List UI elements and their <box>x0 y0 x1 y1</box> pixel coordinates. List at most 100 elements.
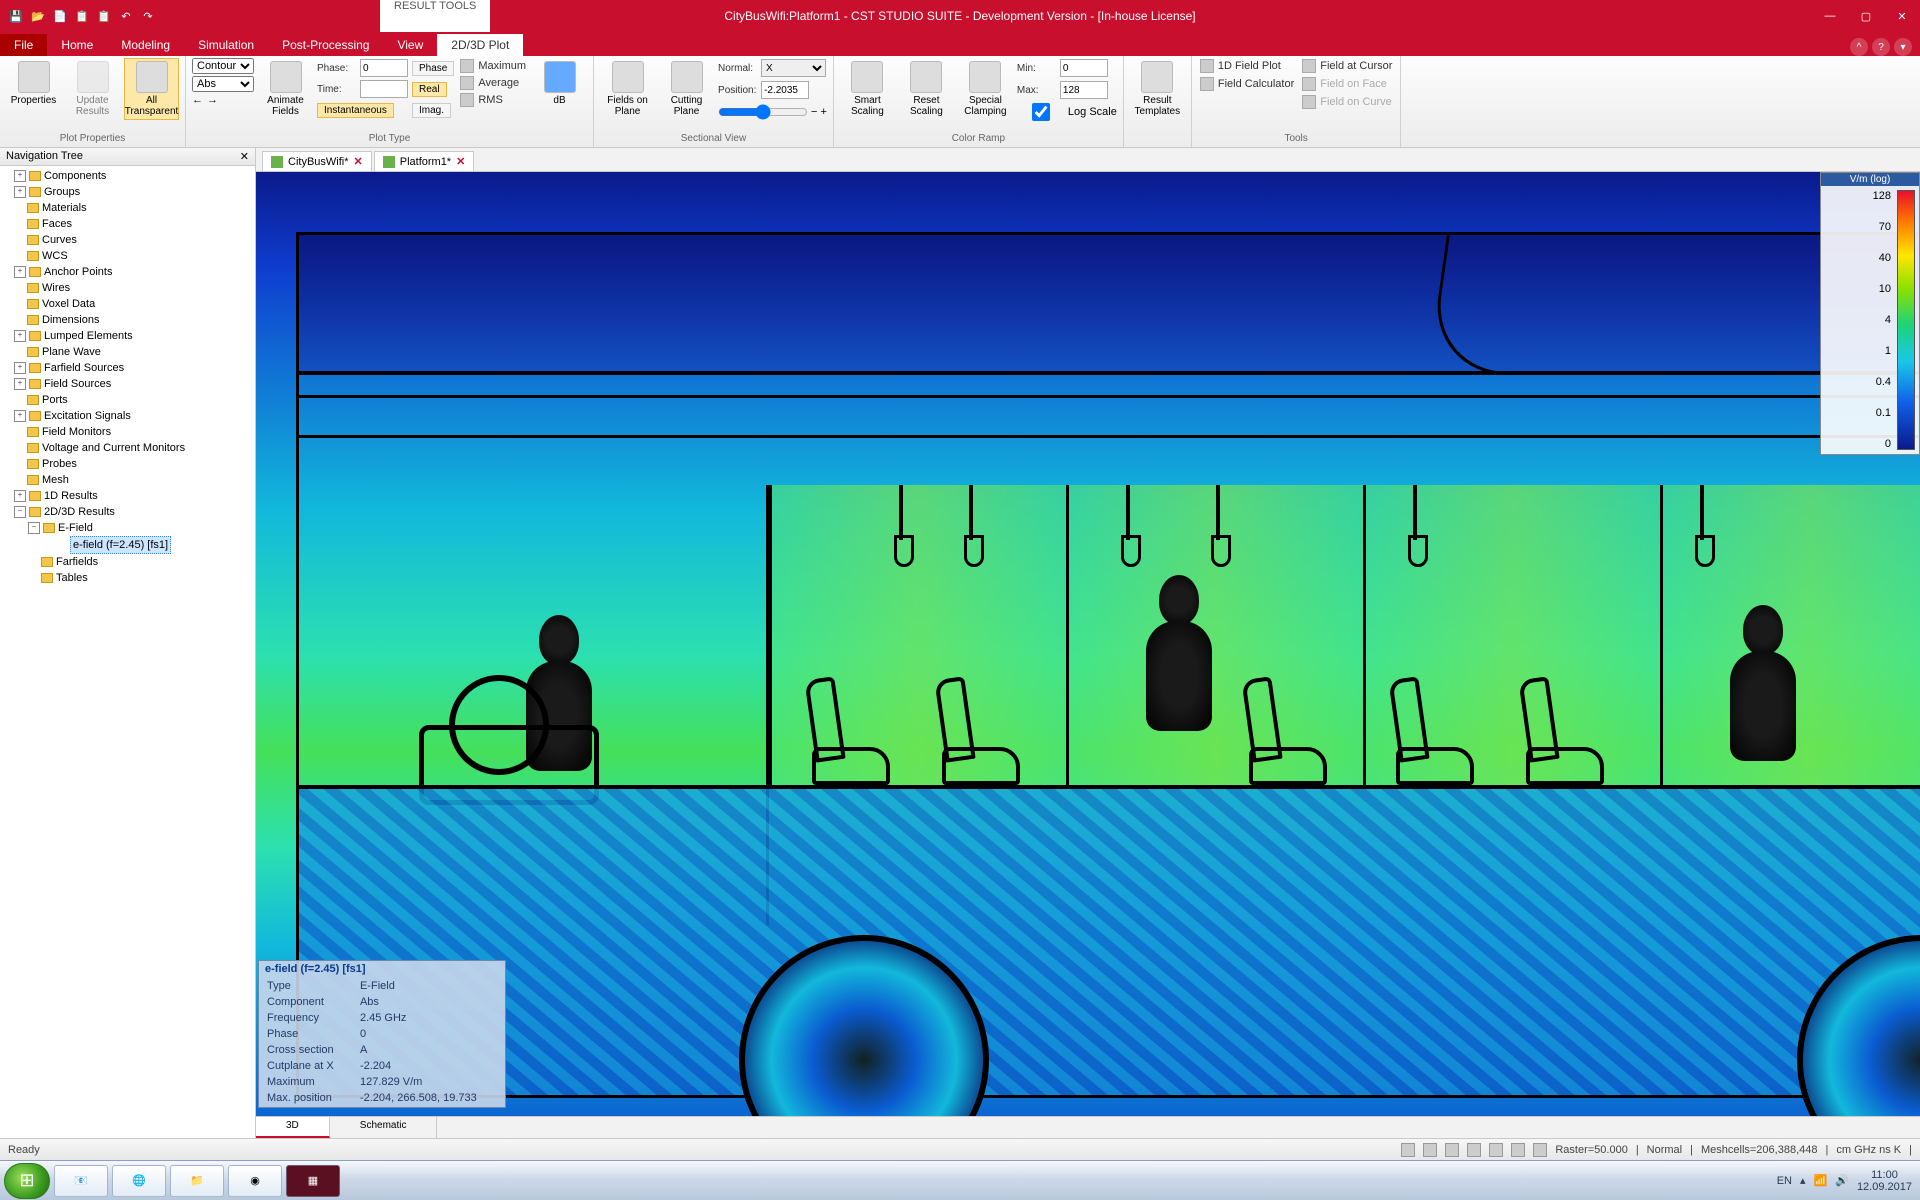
animate-fields-button[interactable]: Animate Fields <box>258 58 313 120</box>
rotate-icon[interactable] <box>1467 1143 1481 1157</box>
tray-lang[interactable]: EN <box>1777 1175 1792 1187</box>
tree-item[interactable]: Materials <box>14 200 255 216</box>
zoom-in-icon[interactable] <box>1423 1143 1437 1157</box>
phase-input[interactable] <box>360 59 408 77</box>
tree-item[interactable]: Probes <box>14 456 255 472</box>
taskbar-ie[interactable]: 🌐 <box>112 1165 166 1197</box>
close-button[interactable]: ✕ <box>1884 0 1920 32</box>
imag-button[interactable]: Imag. <box>412 103 451 118</box>
maximize-button[interactable]: ▢ <box>1848 0 1884 32</box>
reset-scaling-button[interactable]: Reset Scaling <box>899 58 954 120</box>
field-at-cursor-button[interactable]: Field at Cursor <box>1300 58 1394 74</box>
cube-icon[interactable] <box>1533 1143 1547 1157</box>
tab-simulation[interactable]: Simulation <box>184 34 268 56</box>
result-templates-button[interactable]: Result Templates <box>1130 58 1185 120</box>
all-transparent-button[interactable]: All Transparent <box>124 58 179 120</box>
tree-item[interactable]: Farfield Sources <box>14 360 255 376</box>
tree-item[interactable]: Groups <box>14 184 255 200</box>
tab-post-processing[interactable]: Post-Processing <box>268 34 383 56</box>
pan-icon[interactable] <box>1489 1143 1503 1157</box>
tab-2d3d-plot[interactable]: 2D/3D Plot <box>437 34 523 56</box>
tray-clock[interactable]: 11:0012.09.2017 <box>1857 1169 1912 1193</box>
tree-item[interactable]: Lumped Elements <box>14 328 255 344</box>
max-input[interactable] <box>1060 81 1108 99</box>
tray-volume-icon[interactable]: 🔊 <box>1835 1174 1849 1187</box>
tree-item[interactable]: Ports <box>14 392 255 408</box>
tree-item[interactable]: Anchor Points <box>14 264 255 280</box>
tab-home[interactable]: Home <box>47 34 107 56</box>
maximum-button[interactable]: Maximum <box>458 58 528 74</box>
dropdown-icon[interactable]: ▾ <box>1894 38 1912 56</box>
new-icon[interactable]: 📄 <box>52 8 68 24</box>
tree-item[interactable]: Field Monitors <box>14 424 255 440</box>
ribbon-minimize-icon[interactable]: ^ <box>1850 38 1868 56</box>
close-tab-icon[interactable]: ✕ <box>354 155 363 168</box>
minimize-button[interactable]: — <box>1812 0 1848 32</box>
arrow-left-icon[interactable]: ← <box>192 94 203 106</box>
instantaneous-button[interactable]: Instantaneous <box>317 103 394 118</box>
navigation-tree[interactable]: ComponentsGroupsMaterialsFacesCurvesWCSA… <box>0 166 255 1138</box>
tree-item[interactable]: Field Sources <box>14 376 255 392</box>
tab-modeling[interactable]: Modeling <box>107 34 184 56</box>
plot-style-select[interactable]: Contour <box>192 58 254 74</box>
rms-button[interactable]: RMS <box>458 92 528 108</box>
tree-item[interactable]: Excitation Signals <box>14 408 255 424</box>
position-input[interactable] <box>761 81 809 99</box>
help-icon[interactable]: ? <box>1872 38 1890 56</box>
tray-network-icon[interactable]: 📶 <box>1814 1174 1828 1187</box>
plus-icon[interactable]: + <box>820 106 826 118</box>
select-icon[interactable] <box>1511 1143 1525 1157</box>
taskbar-outlook[interactable]: 📧 <box>54 1165 108 1197</box>
3d-viewport[interactable]: V/m (log) 128704010410.40.10 e-field (f=… <box>256 172 1920 1138</box>
component-select[interactable]: Abs <box>192 76 254 92</box>
taskbar-cst[interactable]: ▦ <box>286 1165 340 1197</box>
redo-icon[interactable]: ↷ <box>140 8 156 24</box>
taskbar-explorer[interactable]: 📁 <box>170 1165 224 1197</box>
zoom-fit-icon[interactable] <box>1401 1143 1415 1157</box>
db-button[interactable]: dB <box>532 58 587 109</box>
paste-icon[interactable]: 📋 <box>96 8 112 24</box>
normal-select[interactable]: X <box>761 59 826 77</box>
tab-file[interactable]: File <box>0 34 47 56</box>
copy-icon[interactable]: 📋 <box>74 8 90 24</box>
tree-item[interactable]: Farfields <box>28 554 255 570</box>
special-clamping-button[interactable]: Special Clamping <box>958 58 1013 120</box>
close-panel-icon[interactable]: ✕ <box>240 150 249 163</box>
tab-view[interactable]: View <box>383 34 437 56</box>
view-tab-3d[interactable]: 3D <box>256 1117 330 1138</box>
phase-button[interactable]: Phase <box>412 61 454 76</box>
zoom-out-icon[interactable] <box>1445 1143 1459 1157</box>
tree-item[interactable]: Tables <box>28 570 255 586</box>
properties-button[interactable]: Properties <box>6 58 61 109</box>
tree-item[interactable]: Plane Wave <box>14 344 255 360</box>
smart-scaling-button[interactable]: Smart Scaling <box>840 58 895 120</box>
minus-icon[interactable]: − <box>811 106 817 118</box>
real-button[interactable]: Real <box>412 82 447 97</box>
cutting-plane-button[interactable]: Cutting Plane <box>659 58 714 120</box>
open-icon[interactable]: 📂 <box>30 8 46 24</box>
position-slider[interactable] <box>718 103 808 121</box>
view-tab-schematic[interactable]: Schematic <box>330 1117 438 1138</box>
field-calculator-button[interactable]: Field Calculator <box>1198 76 1296 92</box>
doc-tab-citybuswifi[interactable]: CityBusWifi*✕ <box>262 151 372 171</box>
arrow-right-icon[interactable]: → <box>207 94 218 106</box>
tree-item[interactable]: 2D/3D Results <box>14 504 255 520</box>
tree-item[interactable]: Wires <box>14 280 255 296</box>
tree-item[interactable]: WCS <box>14 248 255 264</box>
tree-item-selected[interactable]: e-field (f=2.45) [fs1] <box>42 536 255 554</box>
1d-field-plot-button[interactable]: 1D Field Plot <box>1198 58 1296 74</box>
log-scale-checkbox[interactable] <box>1017 103 1065 121</box>
close-tab-icon[interactable]: ✕ <box>456 155 465 168</box>
doc-tab-platform1[interactable]: Platform1*✕ <box>374 151 475 171</box>
fields-on-plane-button[interactable]: Fields on Plane <box>600 58 655 120</box>
update-results-button[interactable]: Update Results <box>65 58 120 120</box>
tree-item[interactable]: Mesh <box>14 472 255 488</box>
min-input[interactable] <box>1060 59 1108 77</box>
taskbar-chrome[interactable]: ◉ <box>228 1165 282 1197</box>
tree-item[interactable]: Curves <box>14 232 255 248</box>
save-icon[interactable]: 💾 <box>8 8 24 24</box>
tree-item[interactable]: Dimensions <box>14 312 255 328</box>
tray-up-icon[interactable]: ▴ <box>1800 1174 1806 1187</box>
start-button[interactable]: ⊞ <box>4 1163 50 1199</box>
time-input[interactable] <box>360 80 408 98</box>
